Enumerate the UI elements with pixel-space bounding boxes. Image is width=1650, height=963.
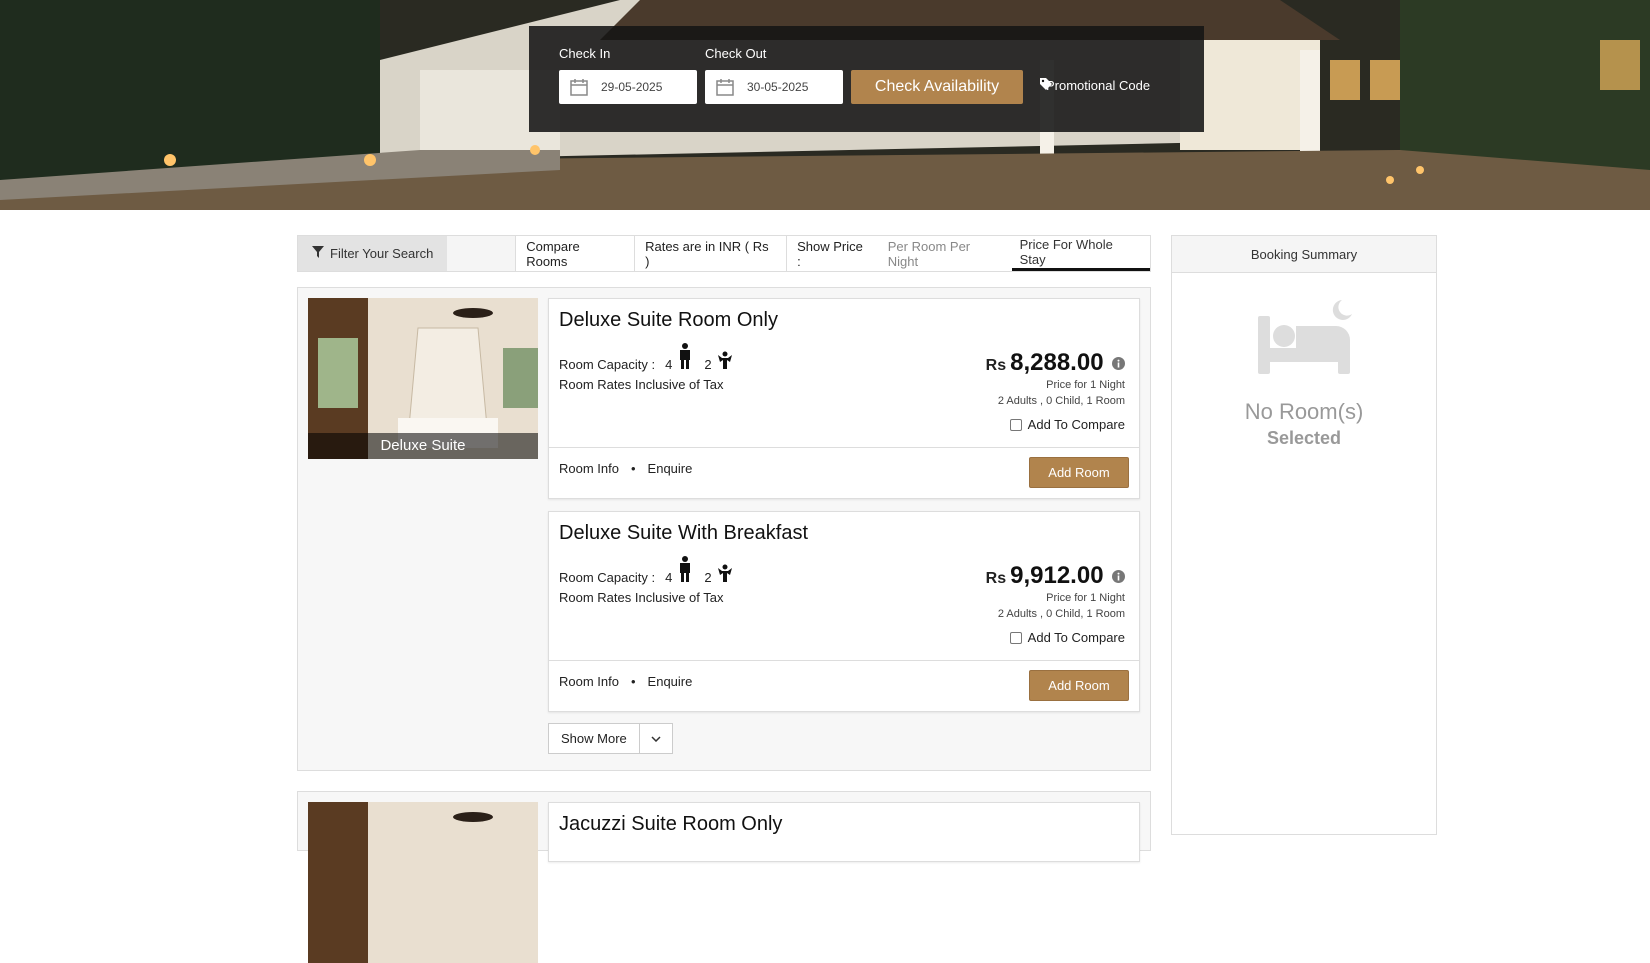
check-in-label: Check In [559,46,611,61]
filter-spacer [447,236,515,271]
availability-search-panel: Check In Check Out 29-05-2025 30-05-2025… [529,26,1204,132]
show-more-button[interactable]: Show More [549,724,640,753]
room-type-caption: Deluxe Suite [308,433,538,459]
enquire-link[interactable]: Enquire [648,461,693,476]
room-capacity: Room Capacity : 4 2 [559,343,732,372]
tax-note: Room Rates Inclusive of Tax [559,377,724,392]
capacity-label: Room Capacity : [559,357,656,372]
adult-count: 4 [665,357,673,372]
tax-note: Room Rates Inclusive of Tax [559,590,724,605]
empty-state-line1: No Room(s) [1244,399,1364,424]
add-room-button[interactable]: Add Room [1029,457,1129,488]
calendar-icon [715,77,737,97]
calendar-icon [569,77,591,97]
show-more-control[interactable]: Show More [548,723,673,754]
rate-title: Deluxe Suite With Breakfast [559,522,808,544]
check-in-field[interactable]: 29-05-2025 [559,70,697,104]
rate-title: Deluxe Suite Room Only [559,309,778,331]
booking-summary-header: Booking Summary [1172,236,1436,273]
rate-card: Jacuzzi Suite Room Only [548,802,1140,862]
promo-code-label: Promotional Code [1046,78,1151,93]
rate-card: Deluxe Suite With Breakfast Room Capacit… [548,511,1140,712]
price-amount: 8,288.00 [1010,349,1104,376]
price-block: Rs 9,912.00 Price for 1 Night 2 Adults , … [986,562,1125,622]
child-icon [717,351,732,372]
room-photo [308,802,538,963]
capacity-label: Room Capacity : [559,570,656,585]
check-in-value: 29-05-2025 [601,80,663,94]
compare-label: Add To Compare [1027,630,1125,645]
price-for-note: Price for 1 Night [1046,379,1125,391]
add-to-compare[interactable]: Add To Compare [1009,630,1125,645]
info-icon[interactable] [1112,356,1125,375]
price-block: Rs 8,288.00 Price for 1 Night 2 Adults , … [986,349,1125,409]
booking-summary-panel: Booking Summary No Room(s) Selected [1171,235,1437,835]
occupancy-note: 2 Adults , 0 Child, 1 Room [997,608,1125,620]
enquire-link[interactable]: Enquire [648,674,693,689]
room-capacity: Room Capacity : 4 2 [559,556,732,585]
add-room-button[interactable]: Add Room [1029,670,1129,701]
child-count: 2 [704,570,712,585]
compare-rooms-button[interactable]: Compare Rooms [515,236,635,271]
price-for-note: Price for 1 Night [1046,592,1125,604]
room-type-block: Deluxe Suite Deluxe Suite Room Only Room… [297,287,1151,771]
currency-note: Rates are in INR ( Rs ) [634,236,787,271]
adult-icon [678,343,692,372]
child-count: 2 [704,357,712,372]
adult-icon [678,556,692,585]
room-thumbnail[interactable]: Deluxe Suite [308,298,538,459]
price-amount: 9,912.00 [1010,562,1104,589]
room-type-block: Jacuzzi Suite Room Only [297,791,1151,963]
occupancy-note: 2 Adults , 0 Child, 1 Room [997,395,1125,407]
show-price-label: Show Price : [786,236,880,271]
rate-title: Jacuzzi Suite Room Only [559,813,783,835]
currency: Rs [985,570,1007,587]
chevron-down-icon[interactable] [640,724,672,753]
currency: Rs [985,357,1007,374]
check-out-value: 30-05-2025 [747,80,809,94]
rate-card: Deluxe Suite Room Only Room Capacity : 4… [548,298,1140,499]
check-out-field[interactable]: 30-05-2025 [705,70,843,104]
separator-dot: • [630,461,636,476]
filter-search-button[interactable]: Filter Your Search [298,236,448,271]
check-out-label: Check Out [705,46,767,61]
rate-links: Room Info • Enquire [559,461,692,476]
rate-links: Room Info • Enquire [559,674,692,689]
room-thumbnail[interactable] [308,802,538,963]
info-icon[interactable] [1112,569,1125,588]
hero-banner: Check In Check Out 29-05-2025 30-05-2025… [0,0,1650,210]
compare-checkbox[interactable] [1009,631,1022,644]
adult-count: 4 [665,570,673,585]
filter-search-label: Filter Your Search [330,246,434,261]
tab-per-room-per-night[interactable]: Per Room Per Night [879,236,1012,271]
room-info-link[interactable]: Room Info [559,461,619,476]
separator-dot: • [630,674,636,689]
divider [549,660,1139,661]
child-icon [717,564,732,585]
compare-label: Add To Compare [1027,417,1125,432]
room-info-link[interactable]: Room Info [559,674,619,689]
bed-icon [1256,296,1356,381]
filter-bar: Filter Your Search Compare Rooms Rates a… [297,235,1151,272]
filter-icon [312,246,324,261]
empty-state-line2: Selected [1266,428,1342,448]
add-to-compare[interactable]: Add To Compare [1009,417,1125,432]
promo-code-link[interactable]: Promotional Code [1040,78,1150,93]
divider [549,447,1139,448]
tab-price-whole-stay[interactable]: Price For Whole Stay [1011,236,1150,271]
check-availability-button[interactable]: Check Availability [851,70,1023,104]
compare-checkbox[interactable] [1009,418,1022,431]
